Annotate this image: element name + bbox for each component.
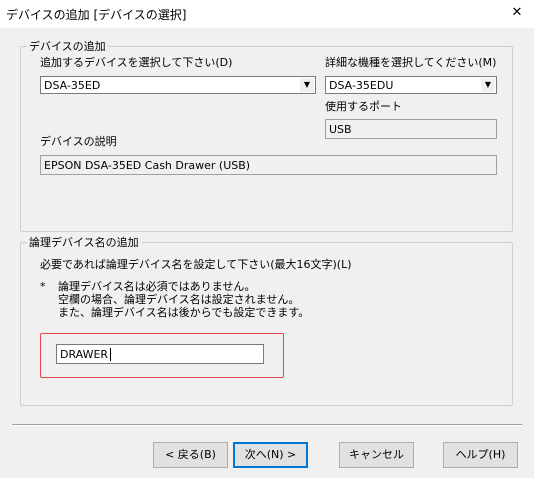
chevron-down-icon[interactable]: ▼ (481, 78, 495, 92)
note-bullet: * (40, 280, 46, 293)
device-select-label: 追加するデバイスを選択して下さい(D) (40, 56, 233, 69)
close-icon[interactable]: ✕ (504, 2, 530, 24)
device-select[interactable]: DSA-35ED ▼ (40, 76, 316, 94)
logical-name-input[interactable]: DRAWER (56, 344, 264, 364)
description-label: デバイスの説明 (40, 135, 117, 148)
port-value: USB (329, 123, 352, 136)
cancel-button[interactable]: キャンセル (339, 442, 414, 468)
device-group-legend: デバイスの追加 (27, 40, 108, 53)
port-label: 使用するポート (325, 100, 402, 113)
window-title: デバイスの追加 [デバイスの選択] (6, 8, 187, 22)
chevron-down-icon[interactable]: ▼ (300, 78, 314, 92)
model-select-value: DSA-35EDU (329, 79, 394, 92)
note-line-2: 空欄の場合、論理デバイス名は設定されません。 (58, 293, 300, 306)
note-line-3: また、論理デバイス名は後からでも設定できます。 (58, 306, 310, 319)
logical-name-instruction: 必要であれば論理デバイス名を設定して下さい(最大16文字)(L) (40, 258, 352, 271)
description-value: EPSON DSA-35ED Cash Drawer (USB) (44, 159, 251, 172)
description-field: EPSON DSA-35ED Cash Drawer (USB) (40, 155, 497, 175)
logical-name-value: DRAWER (60, 348, 109, 361)
port-field: USB (325, 119, 497, 139)
device-select-value: DSA-35ED (44, 79, 101, 92)
add-device-dialog: デバイスの追加 [デバイスの選択] ✕ デバイスの追加 追加するデバイスを選択し… (0, 0, 534, 478)
help-button[interactable]: ヘルプ(H) (443, 442, 518, 468)
title-bar: デバイスの追加 [デバイスの選択] ✕ (0, 0, 534, 28)
text-caret (110, 348, 111, 361)
logical-group-legend: 論理デバイス名の追加 (27, 236, 141, 249)
model-select-label: 詳細な機種を選択してください(M) (325, 56, 497, 69)
next-button[interactable]: 次へ(N) > (233, 442, 308, 468)
note-line-1: 論理デバイス名は必須ではありません。 (58, 280, 256, 293)
model-select[interactable]: DSA-35EDU ▼ (325, 76, 497, 94)
back-button[interactable]: < 戻る(B) (153, 442, 228, 468)
button-separator (12, 424, 522, 426)
